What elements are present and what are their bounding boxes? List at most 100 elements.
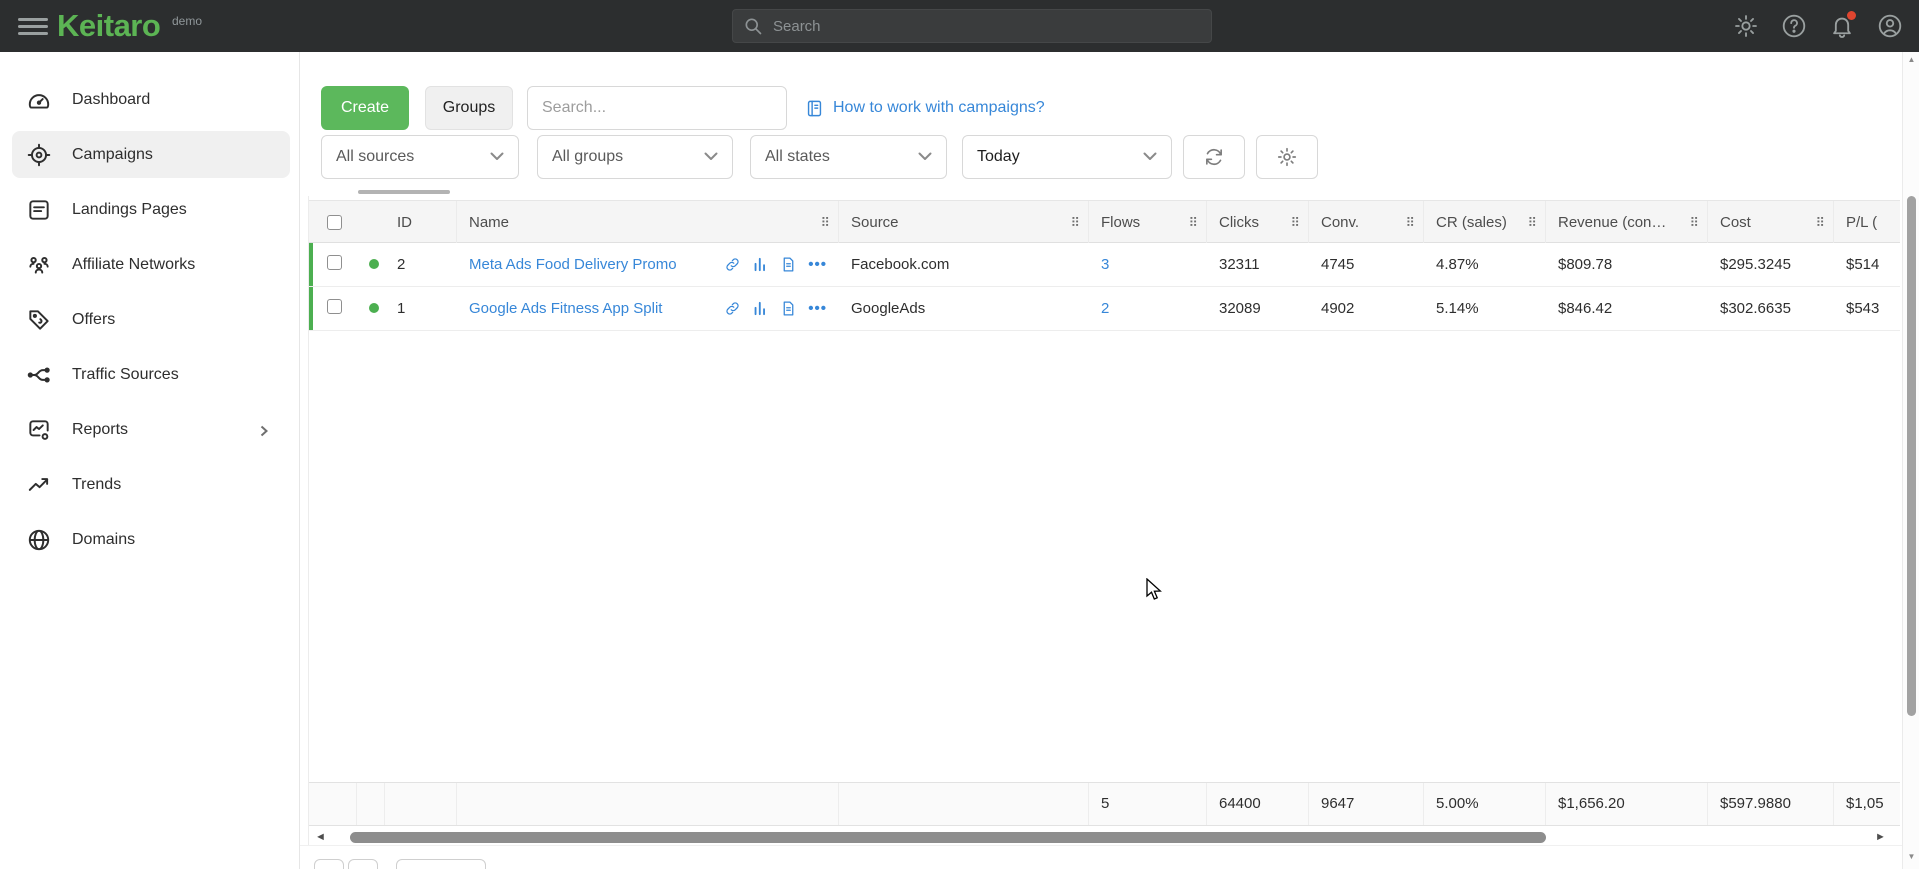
campaigns-table: ID Name⠿ Source⠿ Flows ⠿ Clicks ⠿ Conv.⠿ C…: [308, 196, 1900, 849]
stats-chart-icon[interactable]: [752, 300, 769, 317]
drag-handle-icon[interactable]: ⠿: [1527, 215, 1537, 231]
scroll-up-arrow[interactable]: ▲: [1903, 55, 1919, 64]
drag-handle-icon[interactable]: ⠿: [1689, 215, 1699, 231]
table-settings-button[interactable]: [1256, 135, 1318, 179]
totals-revenue: $1,656.20: [1546, 783, 1708, 825]
sidebar-item-offers[interactable]: Offers: [0, 292, 300, 347]
flows-link[interactable]: 3: [1101, 256, 1109, 273]
global-search-input[interactable]: [773, 18, 1201, 35]
drag-handle-icon[interactable]: ⠿: [1188, 215, 1198, 231]
campaign-name-link[interactable]: Meta Ads Food Delivery Promo: [469, 256, 677, 273]
col-label: Clicks: [1219, 214, 1259, 231]
row-checkbox[interactable]: [327, 255, 342, 270]
scroll-left-arrow[interactable]: ◄: [315, 830, 326, 845]
col-header-source[interactable]: Source⠿: [839, 201, 1089, 244]
pagination-button[interactable]: [348, 859, 378, 869]
table-row[interactable]: 1 Google Ads Fitness App Split ••• Googl…: [309, 287, 1900, 331]
select-all-checkbox[interactable]: [327, 215, 342, 230]
cr-cell: 5.14%: [1424, 300, 1546, 317]
hamburger-menu-icon[interactable]: [18, 14, 48, 38]
refresh-button[interactable]: [1183, 135, 1245, 179]
sidebar-label: Trends: [72, 476, 121, 494]
drag-handle-icon[interactable]: ⠿: [820, 215, 830, 231]
drag-handle-icon[interactable]: ⠿: [1070, 215, 1080, 231]
flows-link[interactable]: 2: [1101, 300, 1109, 317]
refresh-icon: [1203, 146, 1225, 168]
page-size-dropdown[interactable]: [396, 859, 486, 869]
help-link[interactable]: How to work with campaigns?: [805, 86, 1045, 130]
col-label: P/L (: [1846, 214, 1877, 231]
flows-cell: 2: [1089, 300, 1207, 317]
totals-cost: $597.9880: [1708, 783, 1834, 825]
help-icon[interactable]: [1781, 13, 1807, 39]
scroll-down-arrow[interactable]: ▼: [1903, 852, 1919, 861]
totals-cr: 5.00%: [1424, 783, 1546, 825]
row-status-bar: [309, 243, 313, 286]
horizontal-scrollbar-thumb[interactable]: [350, 832, 1546, 843]
active-status-dot: [369, 259, 379, 269]
col-header-clicks[interactable]: Clicks ⠿: [1207, 201, 1309, 244]
app-screen: Keitaro demo: [0, 0, 1919, 869]
col-header-id[interactable]: ID: [385, 201, 457, 244]
sidebar-item-landings-pages[interactable]: Landings Pages: [0, 182, 300, 237]
col-header-revenue[interactable]: Revenue (con…⠿: [1546, 201, 1708, 244]
table-top-scrollbar-thumb[interactable]: [358, 190, 450, 194]
chevron-right-icon: [258, 424, 270, 436]
sidebar-item-traffic-sources[interactable]: Traffic Sources: [0, 347, 300, 402]
account-icon[interactable]: [1877, 13, 1903, 39]
states-filter-dropdown[interactable]: All states: [750, 135, 947, 179]
sidebar-item-domains[interactable]: Domains: [0, 512, 300, 567]
scroll-right-arrow[interactable]: ►: [1875, 830, 1886, 845]
groups-filter-dropdown[interactable]: All groups: [537, 135, 733, 179]
col-header-cost[interactable]: Cost ⠿: [1708, 201, 1834, 244]
offers-price-tag-icon: [26, 307, 52, 333]
settings-gear-icon[interactable]: [1733, 13, 1759, 39]
col-header-name[interactable]: Name⠿: [457, 201, 839, 244]
table-row[interactable]: 2 Meta Ads Food Delivery Promo ••• Faceb…: [309, 243, 1900, 287]
drag-handle-icon[interactable]: ⠿: [1290, 215, 1300, 231]
log-document-icon[interactable]: [780, 256, 797, 273]
col-header-pl[interactable]: P/L (: [1834, 201, 1900, 244]
col-label: CR (sales): [1436, 214, 1507, 231]
global-search[interactable]: [732, 9, 1212, 43]
groups-button[interactable]: Groups: [425, 86, 513, 130]
vertical-scrollbar: ▲ ▼: [1902, 52, 1919, 869]
campaign-search-input[interactable]: [527, 86, 787, 130]
drag-handle-icon[interactable]: ⠿: [1405, 215, 1415, 231]
row-checkbox[interactable]: [327, 299, 342, 314]
notifications-bell-icon[interactable]: [1829, 13, 1855, 39]
col-header-conv[interactable]: Conv.⠿: [1309, 201, 1424, 244]
create-button[interactable]: Create: [321, 86, 409, 130]
sidebar-label: Dashboard: [72, 91, 150, 109]
sidebar-item-trends[interactable]: Trends: [0, 457, 300, 512]
more-actions-icon[interactable]: •••: [808, 300, 827, 317]
totals-empty: [357, 783, 385, 825]
conv-cell: 4902: [1309, 300, 1424, 317]
drag-handle-icon[interactable]: ⠿: [1815, 215, 1825, 231]
sidebar-item-dashboard[interactable]: Dashboard: [0, 72, 300, 127]
row-select-cell: [309, 255, 357, 274]
copy-link-icon[interactable]: [724, 256, 741, 273]
col-label: Flows: [1101, 214, 1140, 231]
copy-link-icon[interactable]: [724, 300, 741, 317]
vertical-scrollbar-thumb[interactable]: [1907, 196, 1916, 716]
sidebar-label: Traffic Sources: [72, 366, 179, 384]
date-range-value: Today: [977, 148, 1020, 166]
sources-filter-dropdown[interactable]: All sources: [321, 135, 519, 179]
states-filter-value: All states: [765, 148, 830, 166]
stats-chart-icon[interactable]: [752, 256, 769, 273]
row-select-cell: [309, 299, 357, 318]
sources-filter-value: All sources: [336, 148, 414, 166]
date-range-dropdown[interactable]: Today: [962, 135, 1172, 179]
sidebar-item-campaigns[interactable]: Campaigns: [0, 127, 300, 182]
sidebar: Dashboard Campaigns Landings Pages Affil…: [0, 52, 300, 869]
col-header-cr[interactable]: CR (sales) ⠿: [1424, 201, 1546, 244]
campaign-name-link[interactable]: Google Ads Fitness App Split: [469, 300, 662, 317]
col-header-flows[interactable]: Flows ⠿: [1089, 201, 1207, 244]
pagination-button[interactable]: [314, 859, 344, 869]
more-actions-icon[interactable]: •••: [808, 256, 827, 273]
sidebar-item-affiliate-networks[interactable]: Affiliate Networks: [0, 237, 300, 292]
sidebar-item-reports[interactable]: Reports: [0, 402, 300, 457]
log-document-icon[interactable]: [780, 300, 797, 317]
col-label: Cost: [1720, 214, 1751, 231]
